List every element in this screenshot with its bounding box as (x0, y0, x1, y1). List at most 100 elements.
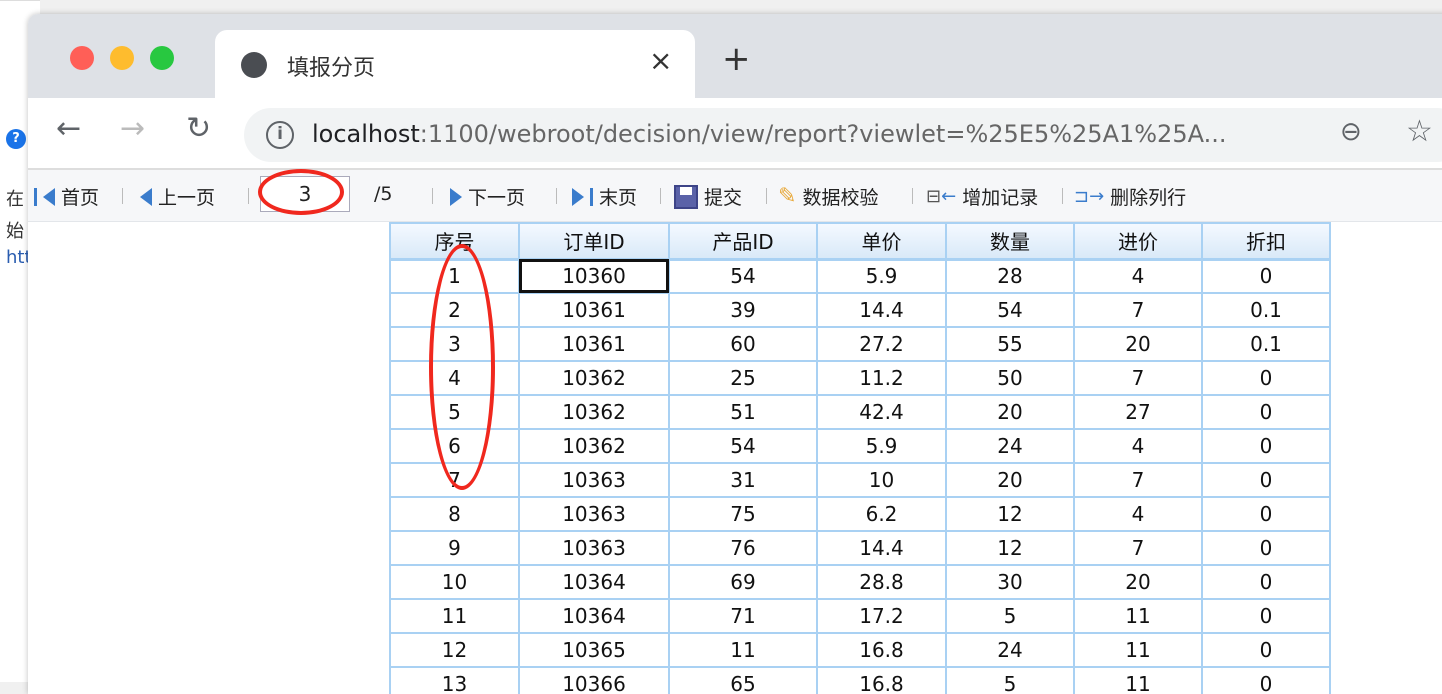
table-cell[interactable]: 12 (389, 632, 520, 668)
table-cell[interactable]: 75 (668, 496, 818, 532)
table-cell[interactable]: 14.4 (816, 292, 947, 328)
table-cell[interactable]: 0 (1201, 360, 1331, 396)
zoom-out-icon[interactable]: ⊖ (1340, 117, 1362, 147)
table-cell[interactable]: 76 (668, 530, 818, 566)
table-cell[interactable]: 12 (945, 496, 1075, 532)
forward-icon[interactable]: → (120, 114, 145, 144)
table-cell[interactable]: 51 (668, 394, 818, 430)
table-cell[interactable]: 11 (1073, 632, 1203, 668)
table-cell[interactable]: 11 (389, 598, 520, 634)
minimize-window-button[interactable] (110, 46, 134, 70)
table-cell[interactable]: 20 (945, 462, 1075, 498)
table-cell[interactable]: 10362 (518, 428, 670, 464)
table-cell[interactable]: 5 (945, 598, 1075, 634)
reload-icon[interactable]: ↻ (186, 114, 211, 144)
table-cell[interactable]: 5 (389, 394, 520, 430)
table-cell[interactable]: 0 (1201, 428, 1331, 464)
table-cell[interactable]: 8 (389, 496, 520, 532)
table-cell[interactable]: 5.9 (816, 258, 947, 294)
back-icon[interactable]: ← (56, 114, 81, 144)
table-cell[interactable]: 7 (1073, 292, 1203, 328)
table-cell[interactable]: 0 (1201, 258, 1331, 294)
table-cell[interactable]: 0 (1201, 530, 1331, 566)
table-cell[interactable]: 27 (1073, 394, 1203, 430)
table-cell[interactable]: 55 (945, 326, 1075, 362)
table-cell[interactable]: 39 (668, 292, 818, 328)
info-icon[interactable]: i (266, 121, 294, 149)
table-cell[interactable]: 10 (389, 564, 520, 600)
table-cell[interactable]: 28.8 (816, 564, 947, 600)
table-cell[interactable]: 6.2 (816, 496, 947, 532)
table-cell[interactable]: 54 (668, 258, 818, 294)
table-cell[interactable]: 16.8 (816, 632, 947, 668)
table-cell[interactable]: 0 (1201, 598, 1331, 634)
table-cell[interactable]: 12 (945, 530, 1075, 566)
validate-button[interactable]: ✎ 数据校验 (778, 183, 878, 210)
table-cell[interactable]: 65 (668, 666, 818, 694)
table-cell[interactable]: 69 (668, 564, 818, 600)
table-cell[interactable]: 10 (816, 462, 947, 498)
table-cell[interactable]: 3 (389, 326, 520, 362)
table-cell[interactable]: 24 (945, 428, 1075, 464)
page-number-input[interactable]: 3 (260, 176, 350, 212)
table-cell[interactable]: 10362 (518, 394, 670, 430)
table-cell[interactable]: 11 (1073, 598, 1203, 634)
table-cell[interactable]: 10363 (518, 530, 670, 566)
table-cell[interactable]: 5.9 (816, 428, 947, 464)
table-cell[interactable]: 27.2 (816, 326, 947, 362)
table-cell[interactable]: 0 (1201, 632, 1331, 668)
table-cell[interactable]: 0.1 (1201, 292, 1331, 328)
tab-active[interactable]: 填报分页 × (215, 30, 695, 98)
help-icon[interactable]: ? (6, 129, 26, 149)
table-cell[interactable]: 10361 (518, 292, 670, 328)
table-cell[interactable]: 60 (668, 326, 818, 362)
table-cell[interactable]: 2 (389, 292, 520, 328)
table-cell[interactable]: 6 (389, 428, 520, 464)
table-cell[interactable]: 24 (945, 632, 1075, 668)
submit-button[interactable]: 提交 (674, 183, 742, 210)
table-cell[interactable]: 20 (945, 394, 1075, 430)
table-cell[interactable]: 71 (668, 598, 818, 634)
table-cell[interactable]: 0 (1201, 666, 1331, 694)
delete-row-button[interactable]: ⊐→ 删除列行 (1074, 183, 1186, 210)
table-cell[interactable]: 11 (1073, 666, 1203, 694)
table-cell[interactable]: 4 (1073, 428, 1203, 464)
table-cell[interactable]: 17.2 (816, 598, 947, 634)
table-cell[interactable]: 54 (668, 428, 818, 464)
first-page-button[interactable]: 首页 (34, 183, 99, 210)
table-cell[interactable]: 9 (389, 530, 520, 566)
table-cell[interactable]: 7 (1073, 462, 1203, 498)
table-cell[interactable]: 11 (668, 632, 818, 668)
table-cell[interactable]: 42.4 (816, 394, 947, 430)
table-cell[interactable]: 0.1 (1201, 326, 1331, 362)
table-cell[interactable]: 10362 (518, 360, 670, 396)
table-cell[interactable]: 30 (945, 564, 1075, 600)
table-cell[interactable]: 10361 (518, 326, 670, 362)
table-cell[interactable]: 11.2 (816, 360, 947, 396)
table-cell[interactable]: 10364 (518, 564, 670, 600)
table-cell[interactable]: 4 (1073, 496, 1203, 532)
table-cell[interactable]: 7 (389, 462, 520, 498)
prev-page-button[interactable]: 上一页 (140, 183, 215, 210)
table-cell[interactable]: 4 (389, 360, 520, 396)
table-cell[interactable]: 10365 (518, 632, 670, 668)
table-cell[interactable]: 0 (1201, 496, 1331, 532)
table-cell[interactable]: 10363 (518, 462, 670, 498)
table-cell[interactable]: 16.8 (816, 666, 947, 694)
table-cell[interactable]: 10363 (518, 496, 670, 532)
next-page-button[interactable]: 下一页 (450, 183, 525, 210)
add-record-button[interactable]: ⊟← 增加记录 (926, 183, 1038, 210)
table-cell[interactable]: 54 (945, 292, 1075, 328)
table-cell[interactable]: 20 (1073, 326, 1203, 362)
table-cell[interactable]: 10360 (518, 258, 670, 294)
address-bar[interactable]: i localhost:1100/webroot/decision/view/r… (244, 108, 1442, 162)
table-cell[interactable]: 31 (668, 462, 818, 498)
close-tab-icon[interactable]: × (649, 44, 672, 77)
table-cell[interactable]: 4 (1073, 258, 1203, 294)
close-window-button[interactable] (70, 46, 94, 70)
new-tab-button[interactable]: + (722, 42, 751, 76)
table-cell[interactable]: 0 (1201, 462, 1331, 498)
table-cell[interactable]: 7 (1073, 360, 1203, 396)
table-cell[interactable]: 1 (389, 258, 520, 294)
table-cell[interactable]: 5 (945, 666, 1075, 694)
